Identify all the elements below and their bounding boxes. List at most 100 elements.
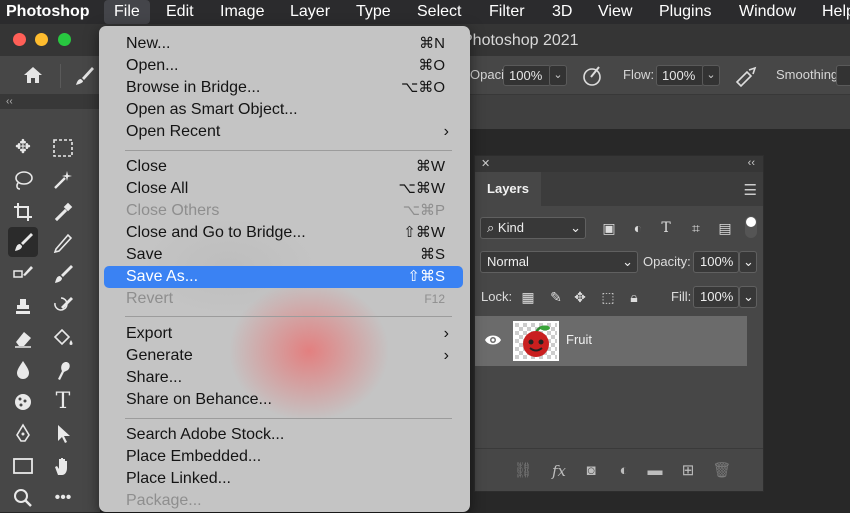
folder-icon[interactable]: ▬ bbox=[645, 461, 665, 481]
lock-image-pixels-icon[interactable]: ✎ bbox=[547, 288, 565, 306]
fill-dropdown[interactable]: ⌄ bbox=[739, 286, 757, 308]
menu-item-search-adobe-stock[interactable]: Search Adobe Stock... bbox=[104, 424, 463, 446]
airbrush-icon[interactable] bbox=[733, 64, 759, 88]
flow-dropdown[interactable]: ⌄ bbox=[702, 65, 720, 86]
fx-icon[interactable]: fx bbox=[549, 461, 569, 481]
menubar-item-select[interactable]: Select bbox=[417, 0, 461, 24]
mixer-brush-tool-icon[interactable] bbox=[48, 259, 78, 289]
brush-tool-icon[interactable] bbox=[8, 227, 38, 257]
menu-item-browse-in-bridge[interactable]: Browse in Bridge... ⌥⌘O bbox=[104, 77, 463, 99]
sponge-tool-icon[interactable] bbox=[8, 387, 38, 417]
smudge-tool-icon[interactable] bbox=[48, 355, 78, 385]
menu-item-open-as-smart-object[interactable]: Open as Smart Object... bbox=[104, 99, 463, 121]
menu-item-new[interactable]: New... ⌘N bbox=[104, 33, 463, 55]
minimize-window-button[interactable] bbox=[35, 33, 48, 46]
trash-icon[interactable]: 🗑︎ bbox=[712, 461, 732, 481]
type-tool-icon[interactable]: T bbox=[48, 387, 78, 417]
menubar-item-window[interactable]: Window bbox=[739, 0, 796, 24]
paint-bucket-tool-icon[interactable] bbox=[48, 323, 78, 353]
pressure-opacity-icon[interactable] bbox=[581, 64, 605, 88]
eraser-tool-icon[interactable] bbox=[8, 323, 38, 353]
zoom-tool-icon[interactable] bbox=[8, 483, 38, 513]
menubar-item-type[interactable]: Type bbox=[356, 0, 391, 24]
zoom-window-button[interactable] bbox=[58, 33, 71, 46]
healing-brush-tool-icon[interactable] bbox=[8, 259, 38, 289]
menu-item-export[interactable]: Export › bbox=[104, 323, 463, 345]
menubar-app-name[interactable]: Photoshop bbox=[6, 0, 90, 24]
menubar-item-filter[interactable]: Filter bbox=[489, 0, 525, 24]
image-filter-icon[interactable]: ▣ bbox=[600, 219, 618, 237]
more-tools-icon[interactable]: ••• bbox=[48, 483, 78, 513]
visibility-eye-icon[interactable] bbox=[484, 333, 502, 347]
adjustment-filter-icon[interactable]: ◐ bbox=[629, 219, 647, 237]
menu-item-open-recent[interactable]: Open Recent › bbox=[104, 121, 463, 143]
menu-item-close-and-go-to-bridge[interactable]: Close and Go to Bridge... ⇧⌘W bbox=[104, 222, 463, 244]
tools-collapse-strip[interactable]: ‹‹ bbox=[0, 95, 100, 109]
menubar-item-file[interactable]: File bbox=[104, 0, 150, 24]
menu-item-close-all[interactable]: Close All ⌥⌘W bbox=[104, 178, 463, 200]
clone-stamp-tool-icon[interactable] bbox=[8, 291, 38, 321]
opacity-dropdown[interactable]: ⌄ bbox=[549, 65, 567, 86]
lock-all-icon[interactable]: 🔒︎ bbox=[625, 288, 643, 306]
smoothing-field[interactable] bbox=[836, 65, 850, 86]
magic-wand-tool-icon[interactable] bbox=[48, 165, 78, 195]
layer-opacity-dropdown[interactable]: ⌄ bbox=[739, 251, 757, 273]
hand-tool-icon[interactable] bbox=[48, 451, 78, 481]
menubar-item-view[interactable]: View bbox=[598, 0, 632, 24]
close-panel-icon[interactable]: ✕ bbox=[481, 157, 490, 170]
menu-item-share-on-behance[interactable]: Share on Behance... bbox=[104, 389, 463, 411]
type-filter-icon[interactable]: T bbox=[657, 219, 675, 237]
tab-layers[interactable]: Layers bbox=[475, 172, 541, 206]
menu-item-generate[interactable]: Generate › bbox=[104, 345, 463, 367]
brush-preset-icon[interactable] bbox=[73, 64, 97, 88]
blend-mode-dropdown[interactable]: Normal ⌄ bbox=[480, 251, 638, 273]
menu-item-place-linked[interactable]: Place Linked... bbox=[104, 468, 463, 490]
history-brush-tool-icon[interactable] bbox=[48, 291, 78, 321]
menu-item-save-as[interactable]: Save As... ⇧⌘S bbox=[104, 266, 463, 288]
collapse-icon[interactable]: ‹‹ bbox=[6, 96, 13, 107]
menu-item-close[interactable]: Close ⌘W bbox=[104, 156, 463, 178]
pencil-tool-icon[interactable] bbox=[48, 227, 78, 257]
menu-item-save[interactable]: Save ⌘S bbox=[104, 244, 463, 266]
new-layer-icon[interactable]: ⊞ bbox=[678, 461, 698, 481]
menubar-item-help[interactable]: Help bbox=[822, 0, 850, 24]
filter-kind-dropdown[interactable]: ⌕ Kind ⌄ bbox=[480, 217, 586, 239]
adjustment-icon[interactable]: ◐ bbox=[614, 461, 634, 481]
home-icon[interactable] bbox=[22, 65, 44, 85]
rectangle-tool-icon[interactable] bbox=[8, 451, 38, 481]
menubar-item-plugins[interactable]: Plugins bbox=[659, 0, 711, 24]
lock-position-icon[interactable]: ✥ bbox=[571, 288, 589, 306]
crop-tool-icon[interactable] bbox=[8, 197, 38, 227]
move-tool-icon[interactable]: ✥ bbox=[8, 133, 38, 163]
lock-transparency-icon[interactable]: ▦ bbox=[519, 288, 537, 306]
lock-artboard-icon[interactable]: ⬚ bbox=[599, 288, 617, 306]
panel-collapse-icon[interactable]: ‹‹ bbox=[748, 157, 755, 169]
menu-item-open[interactable]: Open... ⌘O bbox=[104, 55, 463, 77]
panel-menu-icon[interactable]: ☰ bbox=[744, 181, 757, 199]
menubar-item-3d[interactable]: 3D bbox=[552, 0, 572, 24]
layer-opacity-field[interactable]: 100% bbox=[693, 251, 739, 273]
menu-item-place-embedded[interactable]: Place Embedded... bbox=[104, 446, 463, 468]
pen-tool-icon[interactable] bbox=[8, 419, 38, 449]
smart-object-filter-icon[interactable]: ▤ bbox=[716, 219, 734, 237]
path-selection-tool-icon[interactable] bbox=[48, 419, 78, 449]
eyedropper-tool-icon[interactable] bbox=[48, 197, 78, 227]
close-window-button[interactable] bbox=[13, 33, 26, 46]
flow-field[interactable]: 100% bbox=[656, 65, 704, 86]
flow-label: Flow: bbox=[623, 67, 655, 82]
fill-field[interactable]: 100% bbox=[693, 286, 739, 308]
layer-row[interactable]: Fruit bbox=[475, 316, 747, 366]
lasso-tool-icon[interactable] bbox=[8, 165, 38, 195]
mask-icon[interactable]: ◙ bbox=[581, 461, 601, 481]
menubar-item-edit[interactable]: Edit bbox=[166, 0, 194, 24]
opacity-field[interactable]: 100% bbox=[503, 65, 551, 86]
layer-name[interactable]: Fruit bbox=[566, 332, 592, 347]
menubar-item-layer[interactable]: Layer bbox=[290, 0, 330, 24]
filter-toggle[interactable] bbox=[745, 216, 757, 238]
menu-item-share[interactable]: Share... bbox=[104, 367, 463, 389]
blur-tool-icon[interactable] bbox=[8, 355, 38, 385]
marquee-tool-icon[interactable] bbox=[48, 133, 78, 163]
link-icon[interactable]: ⛓ bbox=[513, 461, 533, 481]
shape-filter-icon[interactable]: ⌗ bbox=[687, 219, 705, 237]
menubar-item-image[interactable]: Image bbox=[220, 0, 264, 24]
